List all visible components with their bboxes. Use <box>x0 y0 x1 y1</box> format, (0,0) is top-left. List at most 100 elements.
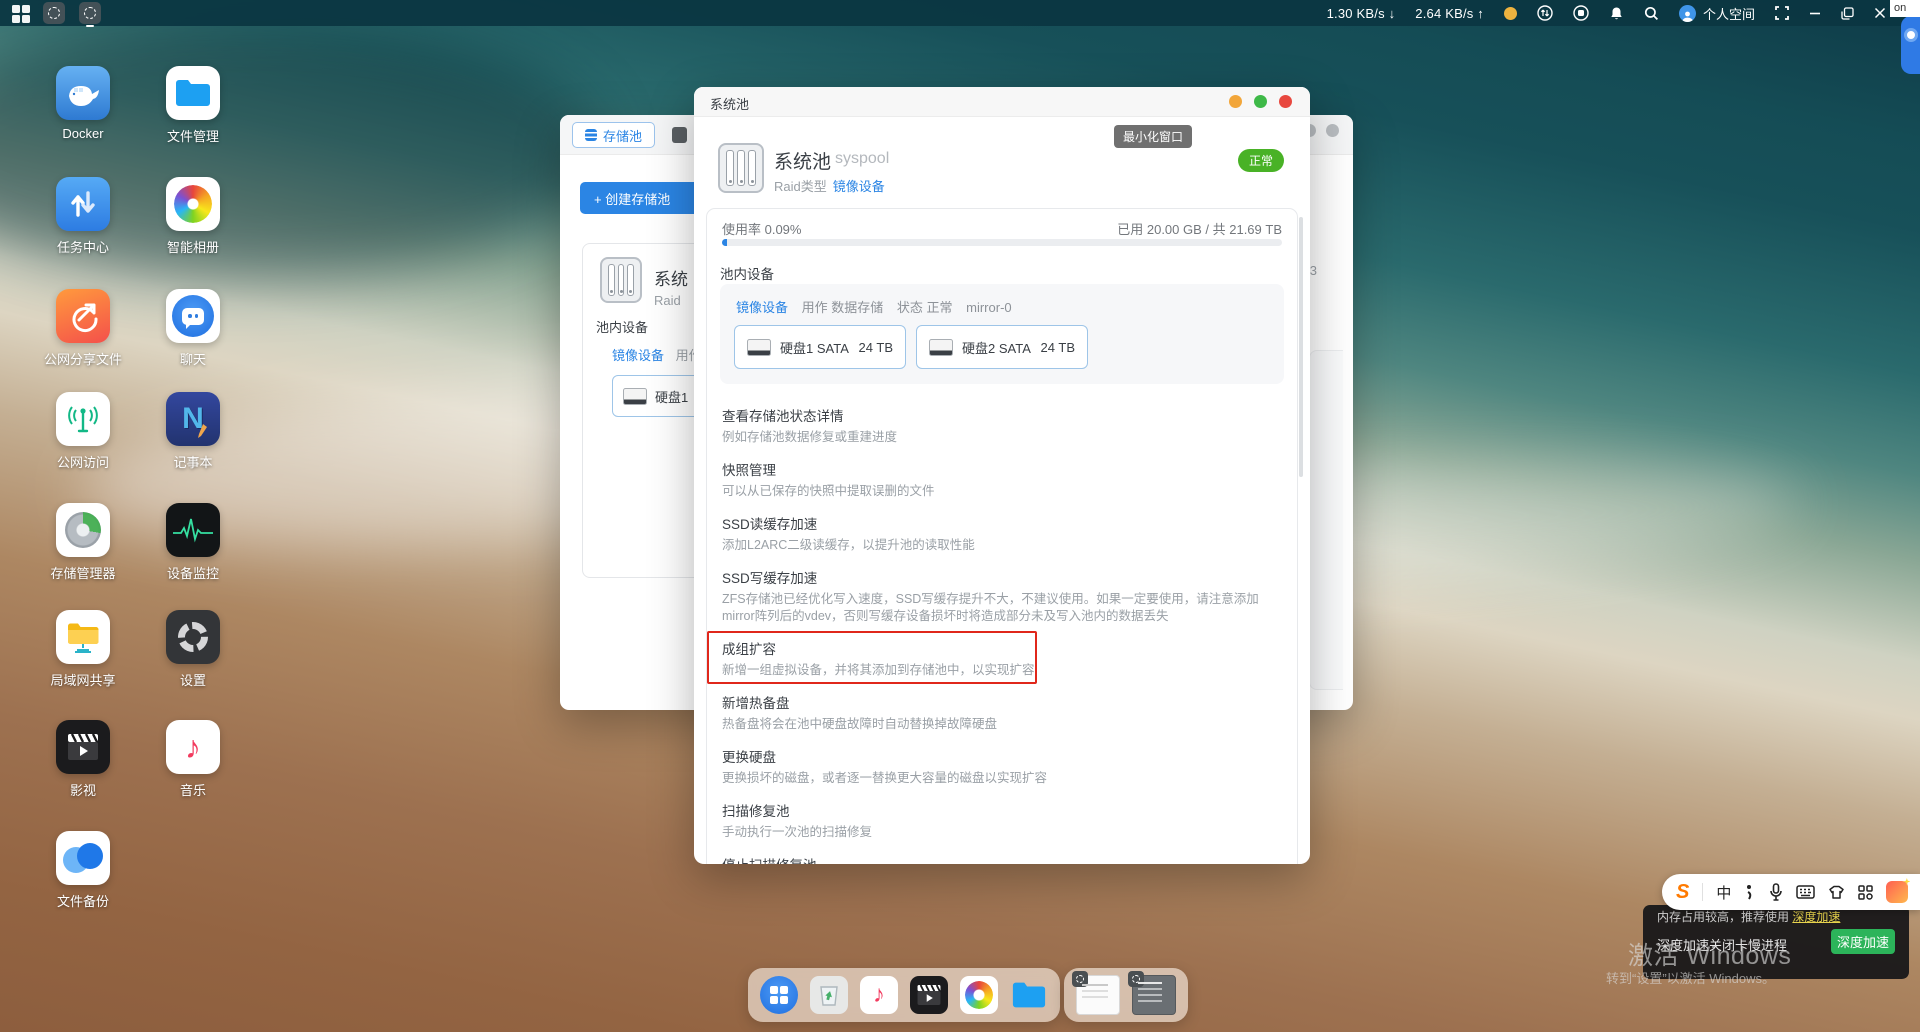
desktop-icon-music[interactable]: ♪ 音乐 <box>135 720 251 799</box>
minimize-tooltip: 最小化窗口 <box>1114 125 1192 148</box>
raid-type-link[interactable]: 镜像设备 <box>833 179 885 194</box>
desktop-icon-video[interactable]: 影视 <box>25 720 141 799</box>
action-stop-scrub-pool[interactable]: 停止扫描修复池 <box>722 854 1272 864</box>
edge-sidebar-handle[interactable] <box>1901 16 1920 74</box>
action-view-pool-status[interactable]: 查看存储池状态详情例如存储池数据修复或重建进度 <box>722 405 1272 446</box>
desktop-icon-chat[interactable]: 聊天 <box>135 289 251 368</box>
create-pool-button[interactable]: + 创建存储池 <box>580 182 710 214</box>
screen-record-icon[interactable] <box>1573 5 1589 21</box>
traffic-light-maximize[interactable] <box>1254 95 1267 108</box>
disk-card[interactable]: 硬盘1 SATA 24 TB <box>734 325 906 369</box>
skin-icon[interactable] <box>1828 885 1845 900</box>
action-ssd-write-cache[interactable]: SSD写缓存加速ZFS存储池已经优化写入速度，SSD写缓存提升不大，不建议使用。… <box>722 567 1272 625</box>
docker-whale-icon <box>56 66 110 120</box>
toolbox-icon[interactable] <box>1858 885 1873 900</box>
disk-card[interactable]: 硬盘2 SATA 24 TB <box>916 325 1088 369</box>
app-launcher-icon[interactable] <box>12 5 29 22</box>
dialog-titlebar[interactable]: 系统池 <box>694 87 1310 117</box>
close-icon[interactable] <box>1874 7 1886 19</box>
divider <box>1702 883 1703 901</box>
window-control-dot[interactable] <box>1326 124 1339 137</box>
dock-photos-icon[interactable] <box>960 976 998 1014</box>
desktop-icon-file-backup[interactable]: 文件备份 <box>25 831 141 910</box>
traffic-light-close[interactable] <box>1279 95 1292 108</box>
taskbar-app-storage-icon[interactable] <box>43 2 65 24</box>
action-scrub-pool[interactable]: 扫描修复池手动执行一次池的扫描修复 <box>722 800 1272 841</box>
user-menu[interactable]: 个人空间 <box>1679 4 1755 23</box>
desktop-icon-task-center[interactable]: 任务中心 <box>25 177 141 256</box>
hdd-icon <box>747 339 771 356</box>
text-fragment: 3 <box>1310 263 1317 278</box>
action-snapshot-manage[interactable]: 快照管理可以从已保存的快照中提取误删的文件 <box>722 459 1272 500</box>
dock-app-launcher-icon[interactable] <box>760 976 798 1014</box>
dock-files-icon[interactable] <box>1010 976 1048 1014</box>
windows-activation-watermark: 激活 Windows <box>1628 936 1791 972</box>
popup-link[interactable]: 深度加速 <box>1792 910 1840 924</box>
desktop-icon-notes[interactable]: N 记事本 <box>135 392 251 471</box>
action-ssd-read-cache[interactable]: SSD读缓存加速添加L2ARC二级读缓存，以提升池的读取性能 <box>722 513 1272 554</box>
antenna-icon <box>56 392 110 446</box>
desktop-icon-file-manager[interactable]: 文件管理 <box>135 66 251 145</box>
desktop-icon-public-access[interactable]: 公网访问 <box>25 392 141 471</box>
pool-name: 系统池 <box>774 147 831 174</box>
detail-panel-edge <box>1309 350 1343 690</box>
raid-label-partial: Raid <box>654 293 681 308</box>
usage-rate: 使用率 0.09% <box>722 219 801 238</box>
gear-badge-icon <box>1072 971 1088 987</box>
dock-music-icon[interactable]: ♪ <box>860 976 898 1014</box>
notes-n-icon: N <box>166 392 220 446</box>
ecg-icon <box>166 503 220 557</box>
input-mode-chinese[interactable]: 中 <box>1716 882 1731 903</box>
hdd-icon <box>623 388 647 405</box>
desktop-icon-settings[interactable]: 设置 <box>135 610 251 689</box>
tab-storage-pool[interactable]: 存储池 <box>572 122 655 148</box>
desktop-icon-device-monitor[interactable]: 设备监控 <box>135 503 251 582</box>
pool-icon <box>600 257 642 303</box>
virtual-keyboard-icon[interactable] <box>1796 885 1815 899</box>
taskbar-app-settings-icon[interactable] <box>79 2 101 24</box>
notification-dot-icon[interactable] <box>1504 7 1517 20</box>
transfer-icon[interactable] <box>1537 5 1553 21</box>
ai-assistant-icon[interactable] <box>1886 881 1908 903</box>
edge-sidebar-logo-icon <box>1904 28 1918 42</box>
mirror-line-partial: 镜像设备 用作 <box>612 345 702 364</box>
desktop-icon-docker[interactable]: Docker <box>25 66 141 141</box>
dock-video-icon[interactable] <box>910 976 948 1014</box>
mirror-row: 镜像设备 用作 数据存储 状态 正常 mirror-0 <box>736 297 1012 316</box>
deep-boost-button[interactable]: 深度加速 <box>1831 929 1895 954</box>
punctuation-icon[interactable] <box>1744 884 1756 900</box>
clapperboard-icon <box>56 720 110 774</box>
sogou-logo[interactable]: S <box>1676 881 1689 904</box>
mirror-type-link[interactable]: 镜像设备 <box>736 300 788 315</box>
avatar <box>1679 5 1696 22</box>
minimize-icon[interactable] <box>1809 7 1821 19</box>
desktop-icon-smart-album[interactable]: 智能相册 <box>135 177 251 256</box>
fullscreen-icon[interactable] <box>1775 6 1789 20</box>
voice-input-icon[interactable] <box>1769 883 1783 901</box>
hdd-pie-icon <box>56 503 110 557</box>
search-icon[interactable] <box>1644 6 1659 21</box>
desktop-icon-storage-manager[interactable]: 存储管理器 <box>25 503 141 582</box>
disk-tab-icon[interactable] <box>672 127 687 143</box>
notification-bell-icon[interactable] <box>1609 6 1624 21</box>
desktop-icon-public-share[interactable]: 公网分享文件 <box>25 289 141 368</box>
database-icon <box>585 129 597 141</box>
desktop-icon-lan-share[interactable]: 局域网共享 <box>25 610 141 689</box>
minimized-window-thumbnail[interactable] <box>1132 975 1176 1015</box>
gear-badge-icon <box>1128 971 1144 987</box>
minimized-window-thumbnail[interactable] <box>1076 975 1120 1015</box>
action-add-hot-spare[interactable]: 新增热备盘热备盘将会在池中硬盘故障时自动替换掉故障硬盘 <box>722 692 1272 733</box>
maximize-icon[interactable] <box>1841 7 1854 20</box>
action-replace-disk[interactable]: 更换硬盘更换损坏的磁盘，或者逐一替换更大容量的磁盘以实现扩容 <box>722 746 1272 787</box>
dock-trash-icon[interactable] <box>810 976 848 1014</box>
action-group-expand[interactable]: 成组扩容新增一组虚拟设备，并将其添加到存储池中，以实现扩容 <box>722 638 1272 679</box>
mirror-name: mirror-0 <box>966 300 1012 315</box>
popup-memory-line: 内存占用较高，推荐使用 深度加速 <box>1657 908 1840 925</box>
devices-heading: 池内设备 <box>596 317 648 336</box>
disk-capacity: 24 TB <box>1041 340 1075 355</box>
network-upload-speed: 2.64 KB/s ↑ <box>1415 6 1484 21</box>
devices-heading: 池内设备 <box>720 263 774 283</box>
dialog-scrollbar[interactable] <box>1299 217 1303 477</box>
status-badge: 正常 <box>1238 149 1284 172</box>
traffic-light-minimize[interactable] <box>1229 95 1242 108</box>
